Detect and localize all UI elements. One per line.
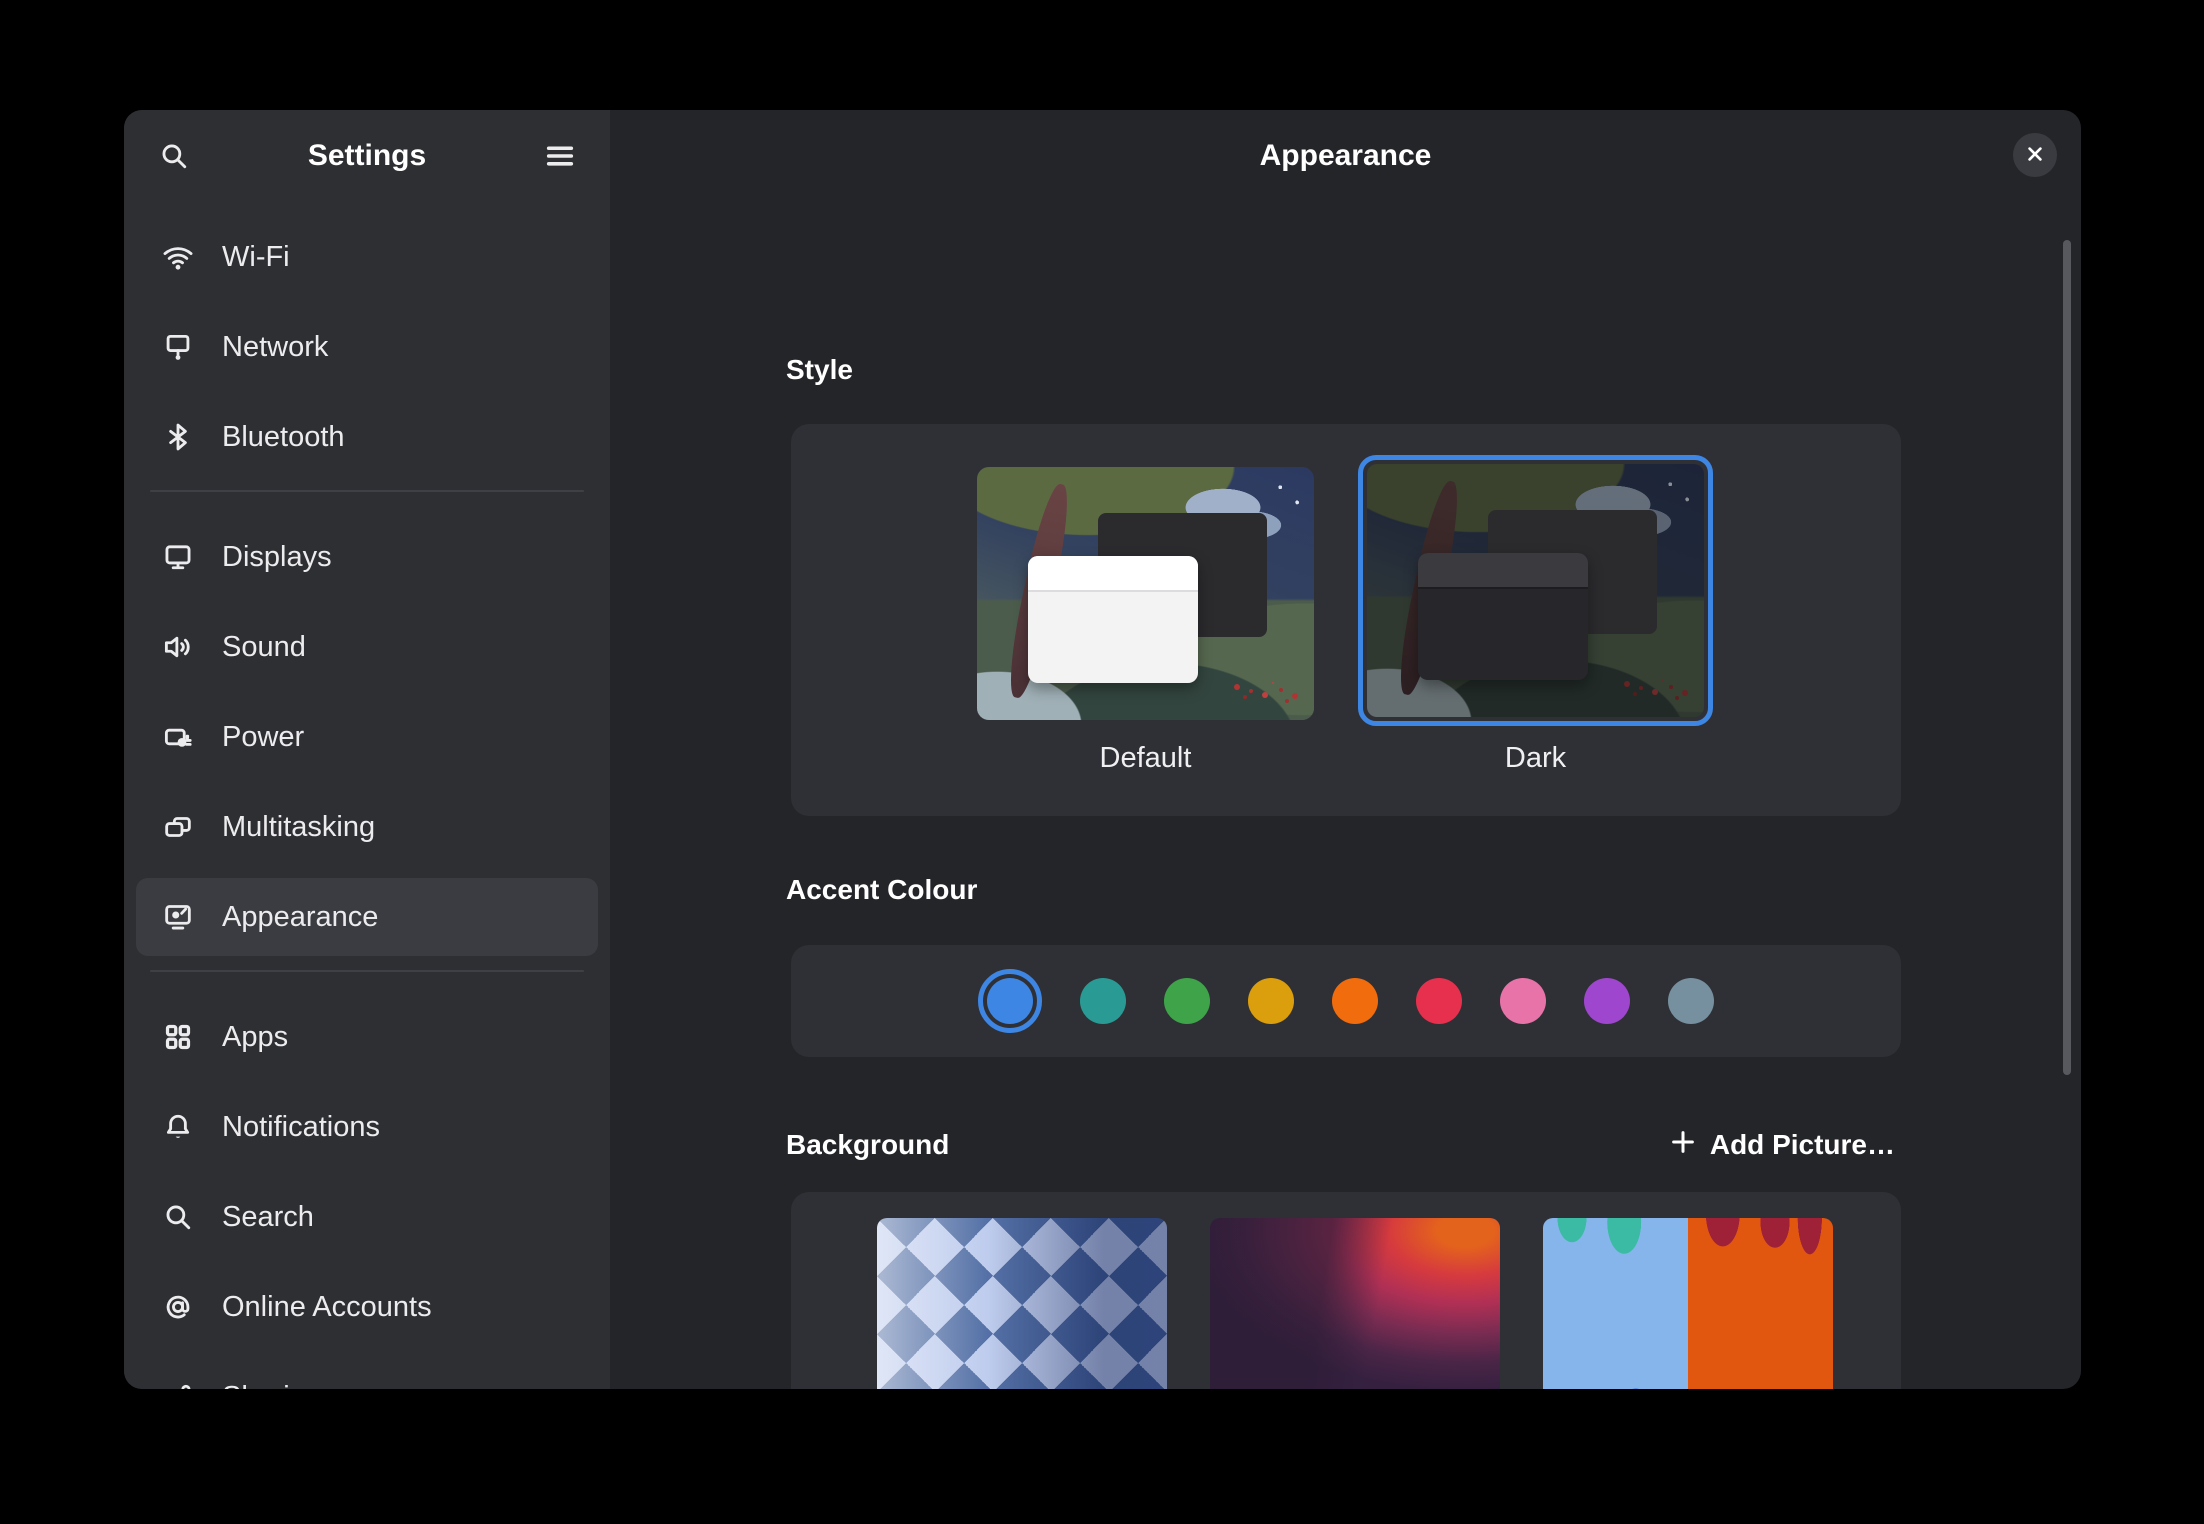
accent-blue-selected[interactable] xyxy=(978,969,1042,1033)
sidebar-item-network[interactable]: Network xyxy=(136,308,598,386)
accent-colour-heading: Accent Colour xyxy=(786,874,977,906)
sidebar-item-label: Wi-Fi xyxy=(222,241,290,274)
background-card xyxy=(791,1192,1901,1389)
wallpaper-thumb-red-purple-waves[interactable] xyxy=(1210,1218,1500,1389)
sharing-icon xyxy=(160,1379,196,1389)
sidebar-item-multitasking[interactable]: Multitasking xyxy=(136,788,598,866)
main-pane: Appearance Style xyxy=(610,110,2081,1389)
network-icon xyxy=(160,329,196,365)
background-header-row: Background Add Picture… xyxy=(786,1120,1901,1170)
accent-dot-red[interactable] xyxy=(1416,978,1462,1024)
style-preview-default xyxy=(977,467,1314,720)
accent-colour-card xyxy=(791,945,1901,1057)
power-icon xyxy=(160,719,196,755)
sidebar-item-power[interactable]: Power xyxy=(136,698,598,776)
sidebar-item-label: Notifications xyxy=(222,1111,380,1144)
sidebar-item-label: Power xyxy=(222,721,304,754)
sidebar-item-label: Multitasking xyxy=(222,811,375,844)
accent-dot-blue[interactable] xyxy=(987,978,1033,1024)
bluetooth-icon xyxy=(160,419,196,455)
style-option-dark-frame[interactable] xyxy=(1358,455,1713,726)
style-option-default-label: Default xyxy=(977,742,1314,775)
add-picture-label: Add Picture… xyxy=(1710,1129,1895,1161)
main-menu-button[interactable] xyxy=(532,128,588,184)
accent-dot-yellow[interactable] xyxy=(1248,978,1294,1024)
page-title: Appearance xyxy=(610,110,2081,202)
mock-window-front xyxy=(1028,556,1198,684)
appearance-content: Style xyxy=(610,202,2081,1389)
online-accounts-icon xyxy=(160,1289,196,1325)
displays-icon xyxy=(160,539,196,575)
sidebar: Settings Wi-Fi xyxy=(124,110,610,1389)
accent-dot-orange[interactable] xyxy=(1332,978,1378,1024)
sidebar-item-appearance[interactable]: Appearance xyxy=(136,878,598,956)
sidebar-item-label: Network xyxy=(222,331,328,364)
sidebar-divider xyxy=(150,490,584,492)
notifications-icon xyxy=(160,1109,196,1145)
sidebar-item-label: Apps xyxy=(222,1021,288,1054)
sidebar-item-sound[interactable]: Sound xyxy=(136,608,598,686)
sidebar-item-apps[interactable]: Apps xyxy=(136,998,598,1076)
sidebar-item-label: Sharing xyxy=(222,1381,322,1390)
sidebar-item-bluetooth[interactable]: Bluetooth xyxy=(136,398,598,476)
style-heading: Style xyxy=(786,354,853,386)
style-option-default[interactable] xyxy=(977,467,1314,720)
sidebar-item-sharing[interactable]: Sharing xyxy=(136,1358,598,1389)
sidebar-item-online-accounts[interactable]: Online Accounts xyxy=(136,1268,598,1346)
plus-icon xyxy=(1668,1127,1698,1164)
hamburger-menu-icon xyxy=(542,138,578,174)
background-heading: Background xyxy=(786,1129,949,1161)
wallpaper-thumb-blue-geometric[interactable] xyxy=(877,1218,1167,1389)
sidebar-item-label: Displays xyxy=(222,541,332,574)
sidebar-item-label: Bluetooth xyxy=(222,421,345,454)
style-option-dark-label: Dark xyxy=(1367,742,1704,775)
appearance-icon xyxy=(160,899,196,935)
sidebar-item-displays[interactable]: Displays xyxy=(136,518,598,596)
multitasking-icon xyxy=(160,809,196,845)
sidebar-nav: Wi-Fi Network Bluetooth xyxy=(124,202,610,1389)
wifi-icon xyxy=(160,239,196,275)
accent-dot-pink[interactable] xyxy=(1500,978,1546,1024)
screen: Settings Wi-Fi xyxy=(0,0,2204,1524)
accent-dot-purple[interactable] xyxy=(1584,978,1630,1024)
mock-window-front xyxy=(1418,553,1588,681)
style-card: Default Dark xyxy=(791,424,1901,816)
vertical-scrollbar[interactable] xyxy=(2063,240,2071,1075)
sidebar-item-label: Search xyxy=(222,1201,314,1234)
sidebar-item-notifications[interactable]: Notifications xyxy=(136,1088,598,1166)
accent-dot-slate[interactable] xyxy=(1668,978,1714,1024)
apps-icon xyxy=(160,1019,196,1055)
close-window-button[interactable] xyxy=(2013,133,2057,177)
sidebar-item-label: Appearance xyxy=(222,901,378,934)
sidebar-headerbar: Settings xyxy=(124,110,610,202)
close-icon xyxy=(2022,141,2048,170)
settings-window: Settings Wi-Fi xyxy=(124,110,2081,1389)
accent-dot-green[interactable] xyxy=(1164,978,1210,1024)
sound-icon xyxy=(160,629,196,665)
search-icon xyxy=(160,1199,196,1235)
wallpaper-thumb-blue-orange-drips[interactable] xyxy=(1543,1218,1833,1389)
add-picture-button[interactable]: Add Picture… xyxy=(1662,1126,1901,1165)
style-preview-dark xyxy=(1367,464,1704,717)
sidebar-item-search[interactable]: Search xyxy=(136,1178,598,1256)
sidebar-item-label: Sound xyxy=(222,631,306,664)
sidebar-item-label: Online Accounts xyxy=(222,1291,432,1324)
accent-dot-teal[interactable] xyxy=(1080,978,1126,1024)
sidebar-divider xyxy=(150,970,584,972)
main-headerbar: Appearance xyxy=(610,110,2081,202)
sidebar-item-wifi[interactable]: Wi-Fi xyxy=(136,218,598,296)
